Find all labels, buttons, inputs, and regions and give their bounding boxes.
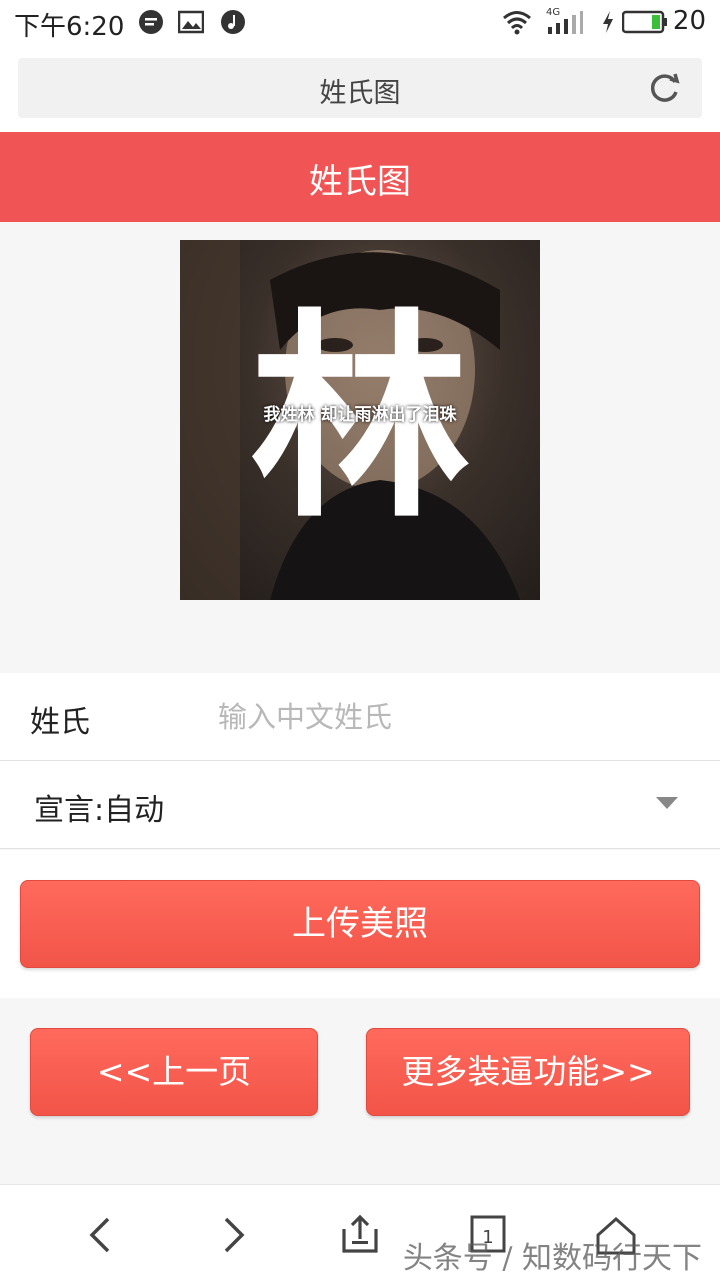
photo-caption: 我姓林 却让雨淋出了泪珠 bbox=[263, 405, 457, 425]
chevron-down-icon bbox=[656, 797, 678, 809]
battery-level: 20 bbox=[672, 6, 706, 36]
slogan-select[interactable]: 宣言:自动 bbox=[0, 761, 720, 849]
clock: 下午6:20 bbox=[14, 12, 125, 42]
surname-photo: 林 我姓林 却让雨淋出了泪珠 bbox=[180, 240, 540, 600]
music-icon bbox=[221, 10, 245, 34]
surname-row: 姓氏 bbox=[0, 673, 720, 761]
image-icon bbox=[178, 10, 204, 34]
signal-icon bbox=[548, 11, 583, 34]
upload-area: 上传美照 bbox=[0, 850, 720, 998]
upload-photo-button[interactable]: 上传美照 bbox=[20, 880, 700, 968]
refresh-icon[interactable] bbox=[646, 70, 682, 106]
page-header: 姓氏图 bbox=[0, 132, 720, 222]
more-features-button[interactable]: 更多装逼功能>> bbox=[366, 1028, 690, 1116]
surname-input[interactable] bbox=[218, 691, 678, 743]
wifi-icon bbox=[503, 11, 531, 35]
surname-label: 姓氏 bbox=[30, 705, 90, 740]
status-bar: 下午6:20 4G 20 bbox=[0, 0, 720, 44]
back-icon[interactable] bbox=[80, 1213, 124, 1257]
message-icon bbox=[139, 10, 163, 34]
charging-icon bbox=[603, 11, 613, 33]
watermark: 头条号 / 知数码行天下 bbox=[402, 1241, 702, 1276]
bottom-nav: 1 头条号 / 知数码行天下 bbox=[0, 1184, 720, 1280]
address-bar-title: 姓氏图 bbox=[319, 78, 401, 109]
previous-page-button[interactable]: <<上一页 bbox=[30, 1028, 318, 1116]
battery-icon bbox=[622, 10, 667, 34]
forward-icon[interactable] bbox=[210, 1213, 254, 1257]
slogan-select-label: 宣言:自动 bbox=[34, 793, 165, 828]
address-bar[interactable]: 姓氏图 bbox=[18, 58, 702, 118]
browser-toolbar: 姓氏图 bbox=[0, 44, 720, 132]
share-icon[interactable] bbox=[338, 1213, 382, 1257]
page-title: 姓氏图 bbox=[309, 162, 411, 202]
